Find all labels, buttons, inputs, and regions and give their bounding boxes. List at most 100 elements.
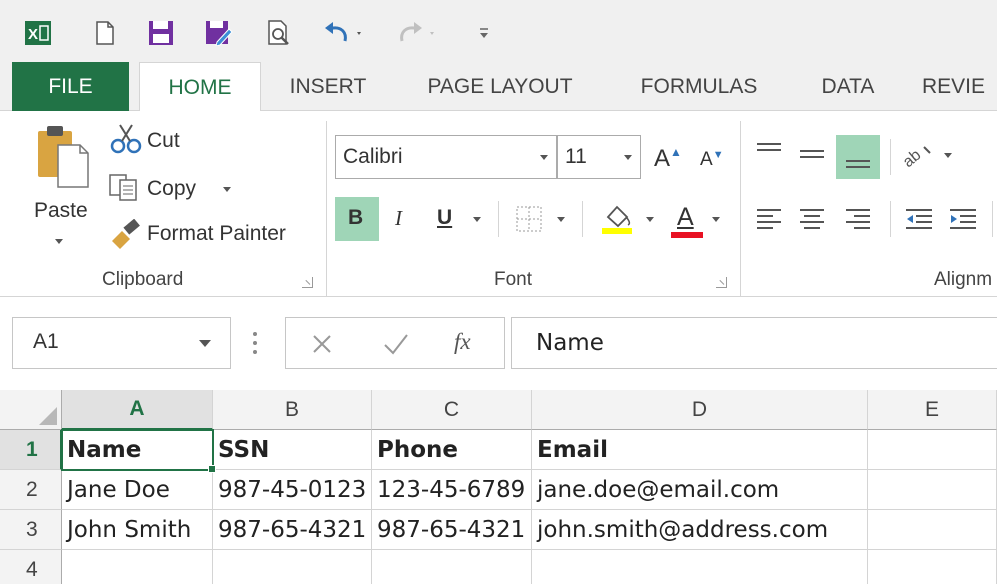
formula-buttons: fx [285,317,505,369]
format-painter-label[interactable]: Format Painter [147,222,286,246]
fill-handle[interactable] [208,465,216,473]
clipboard-dialog-launcher-icon[interactable] [302,277,313,288]
worksheet-grid[interactable]: A B C D E 1 2 3 4 Name SSN Phone Email J… [0,390,997,584]
orientation-dropdown-arrow[interactable] [944,153,952,158]
cell-c4[interactable] [372,550,532,584]
column-header-c[interactable]: C [372,390,532,430]
clipboard-group-label: Clipboard [102,269,184,290]
align-right-icon[interactable] [844,207,872,236]
paste-label[interactable]: Paste [34,199,88,223]
cell-b2[interactable]: 987-45-0123 [213,470,372,510]
cell-e1[interactable] [868,430,997,470]
copy-label[interactable]: Copy [147,177,196,201]
fill-color-icon[interactable] [600,201,634,240]
cell-b4[interactable] [213,550,372,584]
formula-input[interactable]: Name [511,317,997,369]
cell-b3[interactable]: 987-65-4321 [213,510,372,550]
shrink-font-icon[interactable]: A▼ [700,149,724,171]
confirm-entry-icon[interactable] [382,332,410,361]
borders-dropdown-arrow[interactable] [557,217,565,222]
select-all-button[interactable] [0,390,62,430]
row-header-1[interactable]: 1 [0,430,62,470]
align-center-icon[interactable] [798,207,826,236]
tab-insert[interactable]: INSERT [278,62,378,111]
middle-align-icon[interactable] [798,141,826,174]
orientation-icon[interactable]: ab [900,141,934,176]
cell-e2[interactable] [868,470,997,510]
paste-dropdown-arrow[interactable] [55,239,63,244]
ribbon-home: Paste Cut Copy Format Painter Clipboard … [0,111,997,297]
cell-d4[interactable] [532,550,868,584]
fill-color-dropdown-arrow[interactable] [646,217,654,222]
bottom-align-icon [846,160,870,168]
cut-label[interactable]: Cut [147,129,180,153]
cell-e3[interactable] [868,510,997,550]
row-header-2[interactable]: 2 [0,470,62,510]
cell-a1[interactable]: Name [62,430,213,470]
tab-page-layout[interactable]: PAGE LAYOUT [410,62,590,111]
cell-c2[interactable]: 123-45-6789 [372,470,532,510]
customize-qat-icon[interactable] [476,20,492,46]
cancel-entry-icon[interactable] [310,332,334,361]
tab-formulas[interactable]: FORMULAS [625,62,773,111]
row-header-3[interactable]: 3 [0,510,62,550]
grow-font-icon[interactable]: A▲ [654,145,682,173]
name-box[interactable]: A1 [12,317,231,369]
column-header-b[interactable]: B [213,390,372,430]
name-box-chevron-icon[interactable] [199,340,211,347]
font-color-dropdown-arrow[interactable] [712,217,720,222]
format-painter-icon[interactable] [108,218,142,254]
column-header-e[interactable]: E [868,390,997,430]
alignment-group-label: Alignm [934,269,993,290]
bold-button[interactable]: B [335,197,379,241]
undo-icon[interactable] [320,20,366,46]
tab-review[interactable]: REVIE [922,62,997,111]
copy-icon[interactable] [108,173,140,206]
cell-b1[interactable]: SSN [213,430,372,470]
font-size-dropdown[interactable]: 11 [557,135,641,179]
tab-file[interactable]: FILE [12,62,129,111]
formula-bar-grip-icon[interactable] [252,331,258,360]
insert-function-icon[interactable]: fx [454,329,471,355]
font-size-chevron-icon[interactable] [624,155,632,160]
column-header-a[interactable]: A [62,390,213,430]
italic-button[interactable]: I [395,206,402,231]
column-header-d[interactable]: D [532,390,868,430]
align-left-icon[interactable] [755,207,783,236]
new-file-icon[interactable] [92,20,118,46]
cell-a3[interactable]: John Smith [62,510,213,550]
tab-home[interactable]: HOME [139,62,261,112]
save-as-icon[interactable] [204,20,234,46]
cell-d1[interactable]: Email [532,430,868,470]
formula-bar: A1 fx Name [0,297,997,390]
underline-button[interactable]: U [437,206,452,230]
redo-icon[interactable] [396,20,440,46]
cell-c3[interactable]: 987-65-4321 [372,510,532,550]
top-align-icon[interactable] [755,141,783,166]
print-preview-icon[interactable] [264,20,294,46]
bottom-align-button[interactable] [836,135,880,179]
copy-dropdown-arrow[interactable] [223,187,231,192]
ribbon-tabs: FILE HOME INSERT PAGE LAYOUT FORMULAS DA… [0,62,997,112]
cell-d3[interactable]: john.smith@address.com [532,510,868,550]
cell-a4[interactable] [62,550,213,584]
font-color-button[interactable]: A [670,201,704,241]
row-header-4[interactable]: 4 [0,550,62,584]
divider [498,201,499,237]
tab-data[interactable]: DATA [804,62,892,111]
font-name-dropdown[interactable]: Calibri [335,135,557,179]
cell-a2[interactable]: Jane Doe [62,470,213,510]
font-dialog-launcher-icon[interactable] [716,277,727,288]
decrease-indent-icon[interactable] [904,207,934,236]
increase-indent-icon[interactable] [948,207,978,236]
underline-dropdown-arrow[interactable] [473,217,481,222]
cut-icon[interactable] [110,123,142,160]
cell-e4[interactable] [868,550,997,584]
cell-d2[interactable]: jane.doe@email.com [532,470,868,510]
font-name-chevron-icon[interactable] [540,155,548,160]
save-icon[interactable] [146,20,176,46]
paste-icon[interactable] [36,123,92,194]
borders-icon[interactable] [515,205,543,238]
cell-c1[interactable]: Phone [372,430,532,470]
divider [992,201,993,237]
